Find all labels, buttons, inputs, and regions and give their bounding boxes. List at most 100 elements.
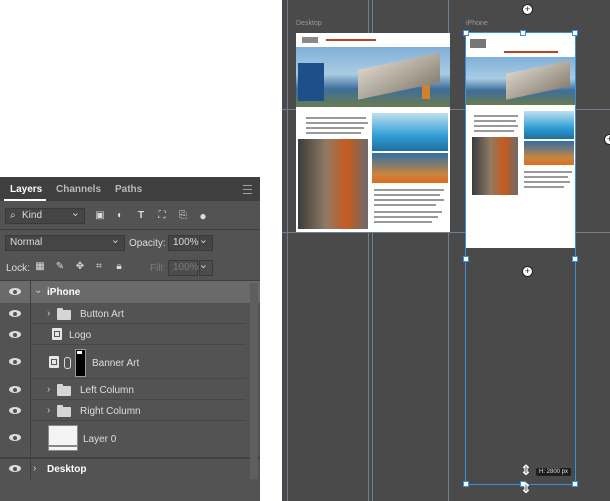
- text-line: [374, 199, 444, 201]
- artboard-label-iphone[interactable]: iPhone: [466, 20, 488, 27]
- chevron-right-icon[interactable]: ›: [47, 308, 50, 319]
- lock-label: Lock:: [6, 263, 30, 274]
- guide-line: [287, 0, 288, 501]
- artboard-selection-box[interactable]: [465, 32, 576, 485]
- opacity-input[interactable]: 100%: [168, 235, 199, 251]
- layer-name: Desktop: [47, 464, 87, 475]
- lock-all-icon[interactable]: 🔒︎: [113, 261, 125, 273]
- blend-mode-dropdown[interactable]: Normal: [5, 233, 125, 251]
- document-canvas[interactable]: Desktop iPhone + + + ⇕ ⇕ H: 2800 px: [282, 0, 610, 501]
- resize-handle[interactable]: [572, 30, 578, 36]
- resize-handle[interactable]: [572, 256, 578, 262]
- artboard-label-desktop[interactable]: Desktop: [296, 20, 322, 27]
- text-line: [374, 204, 436, 206]
- tab-paths[interactable]: Paths: [115, 184, 142, 195]
- active-tab-indicator: [4, 199, 46, 201]
- text-line: [306, 132, 361, 134]
- smart-object-icon: [52, 328, 62, 340]
- layer-name: Right Column: [80, 406, 141, 417]
- vertical-resize-cursor-icon: ⇕: [520, 462, 532, 478]
- lock-transparency-icon[interactable]: ▦: [34, 261, 46, 273]
- layers-scrollbar[interactable]: [250, 283, 258, 479]
- layer-row-banner-art[interactable]: Banner Art: [0, 345, 260, 379]
- layer-row-logo[interactable]: Logo: [0, 324, 260, 345]
- layer-mask-thumbnail[interactable]: [75, 349, 86, 377]
- text-line: [374, 189, 444, 191]
- lock-position-icon[interactable]: ✥: [74, 261, 86, 273]
- eye-icon[interactable]: [9, 434, 21, 441]
- layer-row-left-column[interactable]: › Left Column: [0, 379, 260, 400]
- resize-handle[interactable]: [463, 256, 469, 262]
- tab-channels[interactable]: Channels: [56, 184, 101, 195]
- type-filter-icon[interactable]: T: [135, 210, 147, 222]
- fill-input[interactable]: 100%: [168, 260, 199, 276]
- layer-row-right-column[interactable]: › Right Column: [0, 400, 260, 421]
- opacity-value: 100%: [173, 237, 199, 248]
- nav-button-art: [298, 63, 324, 101]
- text-line: [306, 117, 366, 119]
- eye-icon[interactable]: [9, 358, 21, 365]
- text-line: [374, 221, 432, 223]
- eye-icon[interactable]: [9, 310, 21, 317]
- chevron-right-icon[interactable]: ›: [47, 384, 50, 395]
- visibility-cell: [0, 421, 31, 455]
- add-artboard-bottom-icon[interactable]: +: [522, 266, 533, 277]
- layer-row-iphone[interactable]: ⌄ iPhone: [0, 281, 260, 303]
- layer-row-desktop[interactable]: › Desktop: [0, 459, 260, 479]
- layer-thumbnail[interactable]: [48, 425, 78, 451]
- chevron-right-icon[interactable]: ›: [33, 463, 36, 474]
- shape-filter-icon[interactable]: ⛶: [156, 210, 168, 222]
- fill-slider-toggle[interactable]: [199, 258, 213, 276]
- eye-icon[interactable]: [9, 407, 21, 414]
- pixel-filter-icon[interactable]: ▣: [94, 210, 106, 222]
- adjustment-filter-icon[interactable]: ◐: [114, 210, 126, 222]
- link-icon[interactable]: [64, 357, 71, 369]
- filter-kind-dropdown[interactable]: ⌕ Kind: [5, 206, 85, 224]
- resize-handle[interactable]: [463, 481, 469, 487]
- visibility-cell: [0, 324, 31, 345]
- eye-icon[interactable]: [9, 465, 21, 472]
- layer-name: Banner Art: [92, 358, 140, 369]
- visibility-cell: [0, 400, 31, 421]
- opacity-slider-toggle[interactable]: [199, 233, 213, 251]
- layer-name: Left Column: [80, 385, 134, 396]
- atrium-image: [372, 153, 448, 183]
- visibility-cell: [0, 459, 31, 479]
- opacity-label: Opacity:: [129, 238, 166, 249]
- visibility-cell: [0, 345, 31, 379]
- hall-image: [298, 139, 368, 229]
- text-line: [374, 194, 440, 196]
- desktop-artboard[interactable]: [296, 33, 450, 232]
- search-icon: ⌕: [10, 210, 16, 221]
- resize-handle[interactable]: [572, 481, 578, 487]
- chevron-down-icon[interactable]: ⌄: [34, 285, 42, 296]
- smart-object-icon: [49, 356, 59, 368]
- chevron-right-icon[interactable]: ›: [47, 405, 50, 416]
- lock-image-icon[interactable]: ✎: [54, 261, 66, 273]
- add-artboard-top-icon[interactable]: +: [522, 4, 533, 15]
- filter-toggle-icon[interactable]: ●: [197, 210, 209, 222]
- tab-layers[interactable]: Layers: [10, 184, 42, 195]
- add-artboard-right-icon[interactable]: +: [604, 134, 610, 145]
- folder-icon: [57, 384, 71, 396]
- folder-icon: [57, 308, 71, 320]
- resize-size-tooltip: H: 2800 px: [536, 468, 572, 476]
- banner-title-bar: [326, 39, 376, 41]
- fill-value: 100%: [173, 262, 199, 273]
- eye-icon[interactable]: [9, 288, 21, 295]
- panel-menu-icon[interactable]: [243, 185, 252, 194]
- eye-icon[interactable]: [9, 386, 21, 393]
- resize-handle[interactable]: [520, 30, 526, 36]
- layer-name: iPhone: [47, 287, 81, 298]
- pool-image: [372, 113, 448, 151]
- resize-handle[interactable]: [463, 30, 469, 36]
- filter-kind-label: Kind: [22, 210, 43, 221]
- filter-row: ⌕ Kind ▣ ◐ T ⛶ ⎘ ●: [0, 205, 260, 227]
- layer-row-layer-0[interactable]: Layer 0: [0, 421, 260, 455]
- eye-icon[interactable]: [9, 331, 21, 338]
- smart-object-filter-icon[interactable]: ⎘: [177, 210, 189, 222]
- text-line: [374, 211, 442, 213]
- lock-artboard-icon[interactable]: ⌗: [93, 261, 105, 273]
- layer-row-button-art[interactable]: › Button Art: [0, 303, 260, 324]
- panel-tabbar: Layers Channels Paths: [0, 177, 260, 201]
